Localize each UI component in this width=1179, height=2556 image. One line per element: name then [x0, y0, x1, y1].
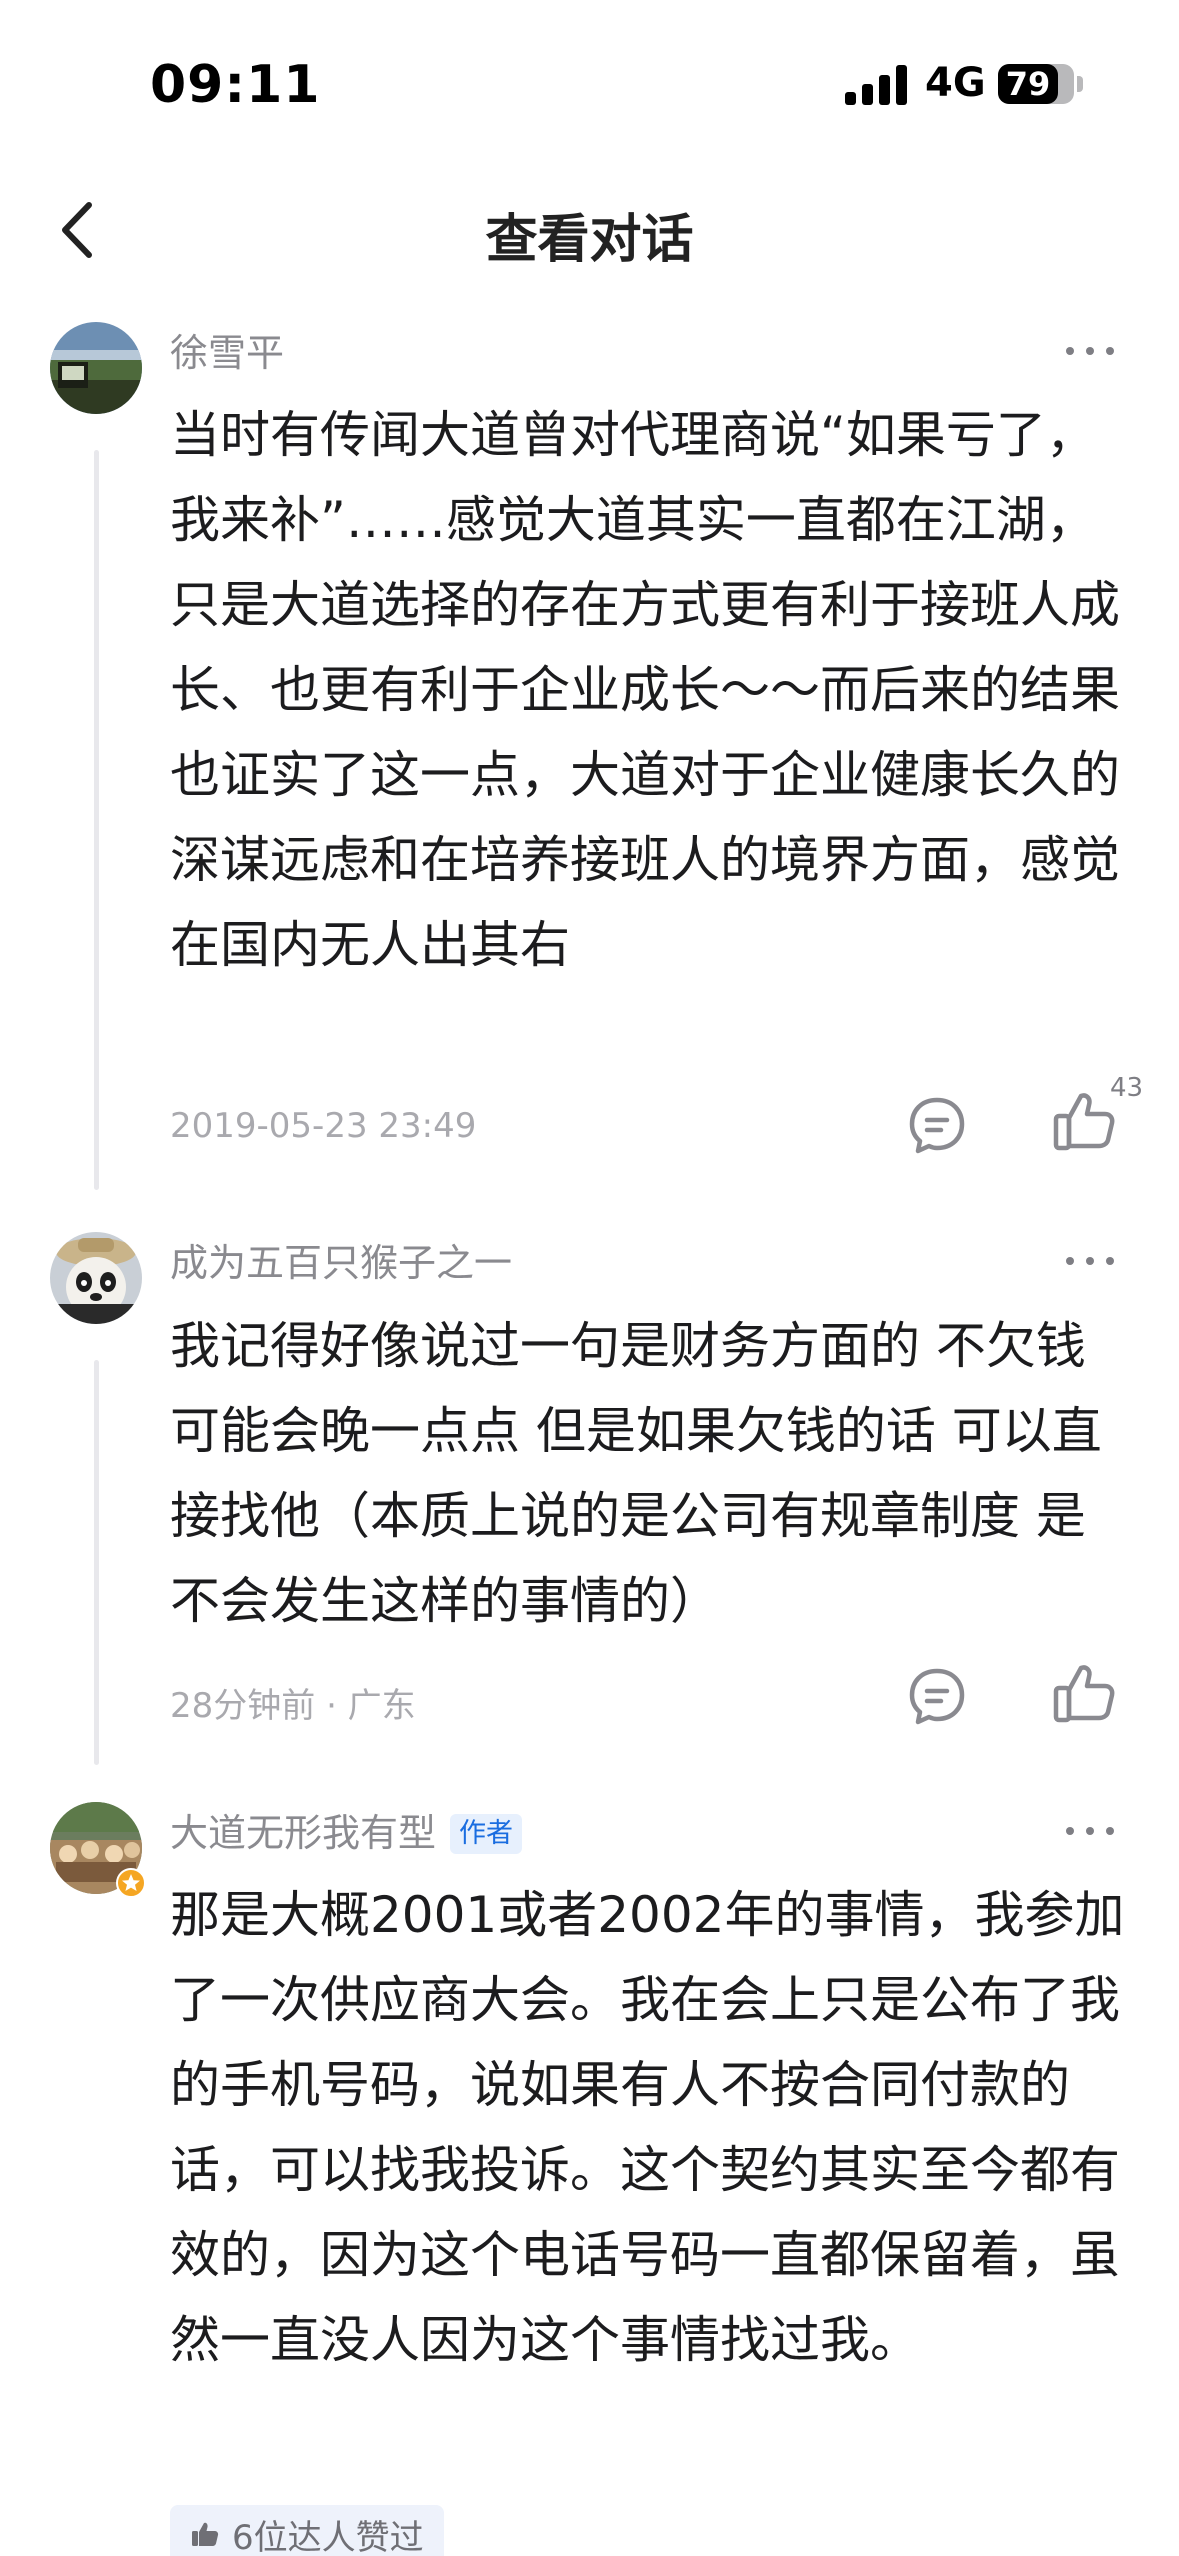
nav-bar: 查看对话 [0, 170, 1179, 290]
page-title: 查看对话 [485, 210, 694, 270]
comment-text: 当时有传闻大道曾对代理商说“如果亏了，我来补”……感觉大道其实一直都在江湖，只是… [170, 406, 1120, 974]
avatar-landscape-image [50, 322, 142, 414]
username[interactable]: 成为五百只猴子之一 [170, 1232, 512, 1287]
thread-line [94, 1360, 99, 1765]
comment-text: 那是大概2001或者2002年的事情，我参加了一次供应商大会。我在会上只是公布了… [170, 1886, 1125, 2369]
like-count: 43 [1110, 1073, 1144, 1103]
thumbs-up-icon [1053, 1665, 1115, 1723]
battery-level: 79 [1005, 65, 1051, 103]
avatar-panda-image [50, 1232, 142, 1324]
thread-line [94, 450, 99, 1190]
status-time: 09:11 [150, 55, 321, 115]
like-button[interactable] [1050, 1088, 1118, 1156]
star-badge-icon [116, 1868, 146, 1898]
thumbs-up-icon [192, 2522, 219, 2546]
more-options-button[interactable] [1060, 1245, 1120, 1275]
avatar[interactable] [50, 1232, 142, 1324]
username[interactable]: 大道无形我有型 作者 [170, 1802, 523, 1857]
comment-meta: 2019-05-23 23:49 [170, 1106, 477, 1146]
more-options-button[interactable] [1060, 335, 1120, 365]
avatar[interactable] [50, 322, 142, 414]
reply-button[interactable] [905, 1093, 969, 1157]
liked-by-chip[interactable]: 6位达人赞过 [170, 2505, 444, 2556]
username[interactable]: 徐雪平 [170, 322, 284, 377]
battery-cap [1077, 76, 1083, 92]
liked-by-text: 6位达人赞过 [232, 2517, 424, 2556]
username-text: 大道无形我有型 [170, 1811, 437, 1855]
reply-button[interactable] [905, 1664, 969, 1728]
cellular-signal-icon [845, 65, 909, 105]
battery-icon: 79 [998, 64, 1074, 104]
author-badge: 作者 [450, 1814, 523, 1854]
comment-text: 我记得好像说过一句是财务方面的 不欠钱 可能会晚一点点 但是如果欠钱的话 可以直… [170, 1317, 1102, 1630]
like-button[interactable] [1050, 1660, 1118, 1728]
status-bar: 09:11 4G 79 [0, 0, 1179, 170]
network-type: 4G [925, 60, 986, 106]
comment-bubble-icon [909, 1097, 965, 1154]
more-options-button[interactable] [1060, 1815, 1120, 1845]
comment-bubble-icon [909, 1668, 965, 1725]
thumbs-up-icon [1053, 1093, 1115, 1151]
avatar[interactable] [50, 1802, 146, 1898]
comment-meta: 28分钟前 · 广东 [170, 1686, 416, 1726]
